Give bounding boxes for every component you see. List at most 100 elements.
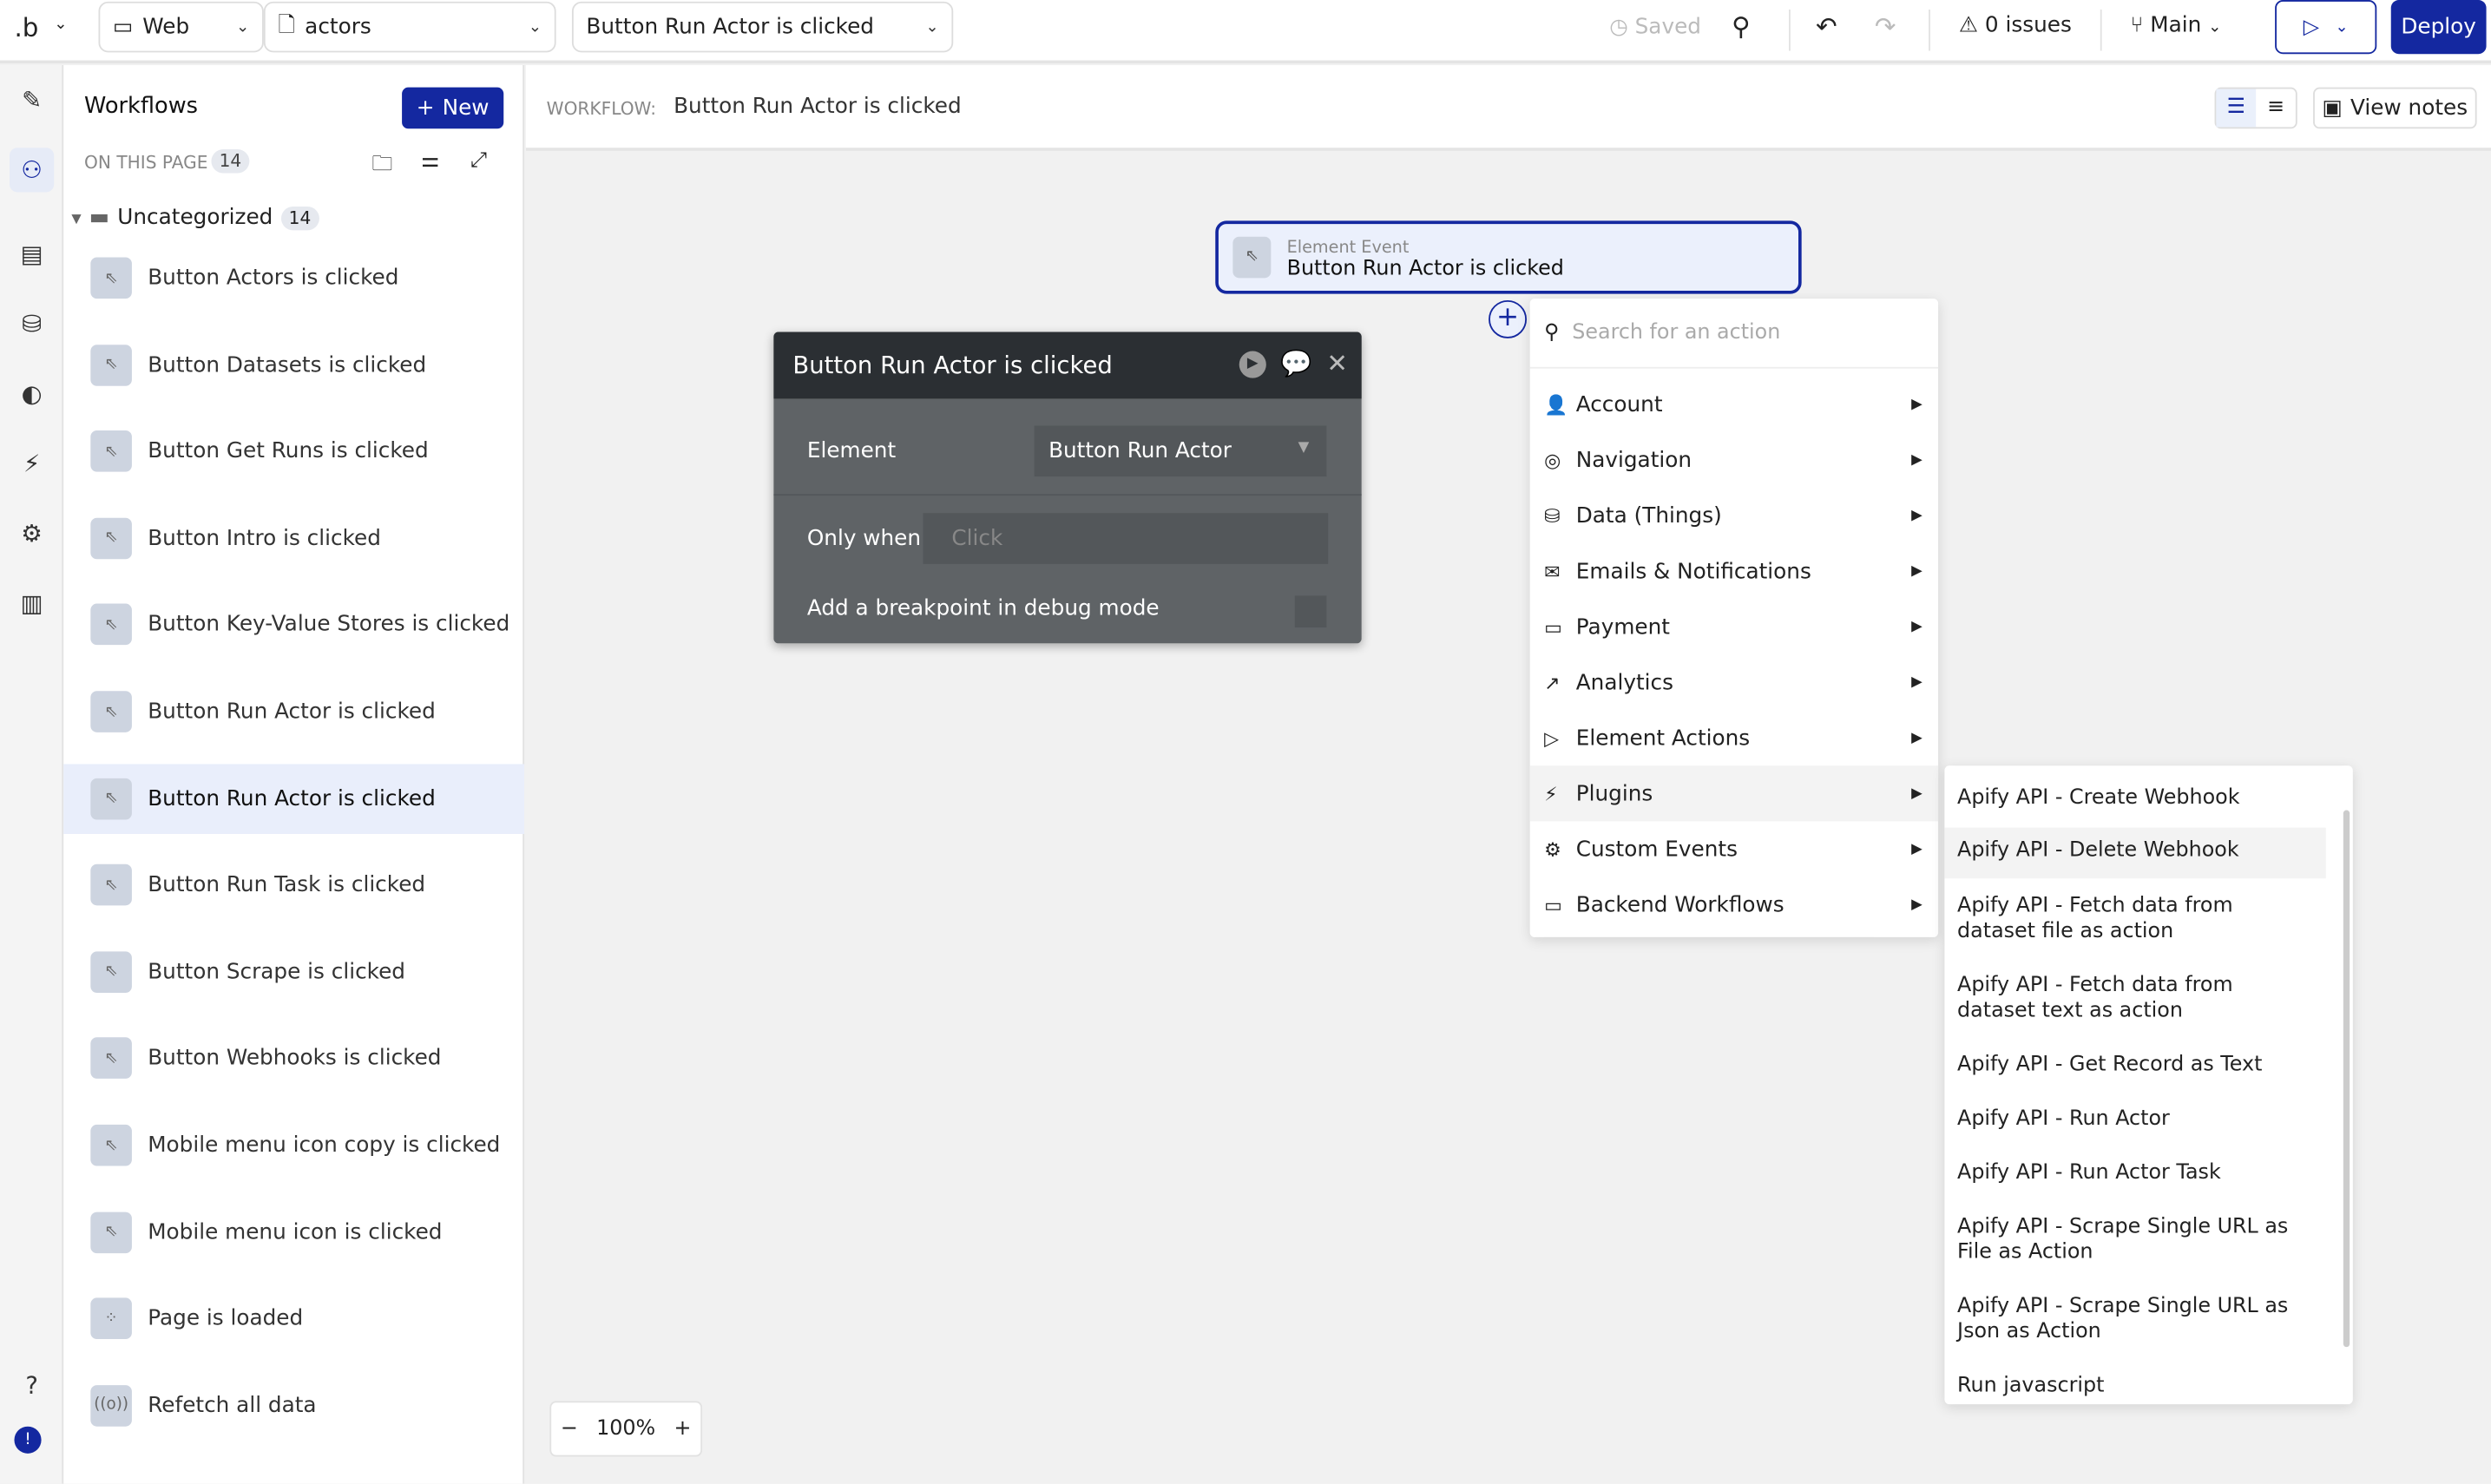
platform-select[interactable]: ▭ Web ⌄ [98,1,264,53]
event-card[interactable]: ⇖ Element Event Button Run Actor is clic… [1215,220,1802,294]
cursor-click-icon: ⇖ [1232,236,1272,279]
add-action-button[interactable]: + [1489,299,1528,338]
workflow-item[interactable]: ⁘ Page is loaded [63,1284,524,1354]
workflow-name: Button Run Actor is clicked [674,93,962,120]
play-icon[interactable]: ▶ [1239,351,1266,378]
plugin-icon[interactable]: ⚡ [10,442,54,486]
workflow-item[interactable]: ((o)) Refetch all data [63,1370,524,1441]
workflow-item[interactable]: ⇖ Mobile menu icon is clicked [63,1197,524,1267]
design-pencil-icon[interactable]: ✎ [10,78,54,122]
page-select[interactable]: 🗋 actors ⌄ [263,1,556,53]
chevron-down-icon: ⌄ [2208,18,2222,37]
editor-title: Button Run Actor is clicked [792,351,1113,380]
workflow-item[interactable]: ⇖ Button Run Task is clicked [63,850,524,921]
action-category-label: Navigation [1575,447,1692,473]
plugin-action[interactable]: Apify API - Delete Webhook [1944,827,2326,879]
check-circle-icon: ◷ [1609,14,1628,40]
action-category[interactable]: 👤 Account ▶ [1530,377,1938,432]
event-type: Element Event [1286,238,1410,258]
page-label: actors [305,14,371,40]
comment-icon[interactable]: 💬 [1280,348,1311,378]
action-search-input[interactable]: Search for an action [1572,321,1780,345]
zoom-out-button[interactable]: − [561,1417,578,1441]
action-category[interactable]: ✉ Emails & Notifications ▶ [1530,543,1938,599]
plugin-action[interactable]: Apify API - Scrape Single URL as File as… [1944,1215,2325,1266]
plugin-action[interactable]: Run javascript [1944,1374,2325,1399]
workflow-item[interactable]: ⇖ Button Get Runs is clicked [63,417,524,487]
add-folder-icon[interactable]: 🗀 [371,149,392,184]
data-layout-icon[interactable]: ▤ [10,232,54,276]
action-category[interactable]: ↗ Analytics ▶ [1530,654,1938,710]
caret-right-icon: ▶ [1911,562,1922,580]
workflow-item[interactable]: ⇖ Button Webhooks is clicked [63,1023,524,1093]
plugin-action[interactable]: Apify API - Get Record as Text [1944,1054,2325,1079]
cursor-click-icon: ⇖ [90,1124,132,1166]
zoom-level: 100% [596,1416,656,1441]
breakpoint-checkbox[interactable] [1294,595,1327,628]
workflow-select[interactable]: Button Run Actor is clicked ⌄ [571,1,954,53]
action-category[interactable]: ▭ Payment ▶ [1530,599,1938,654]
action-category[interactable]: ▷ Element Actions ▶ [1530,710,1938,765]
undo-icon[interactable]: ↶ [1816,11,1837,42]
plugin-action[interactable]: Apify API - Run Actor [1944,1107,2325,1133]
workflow-item[interactable]: ⇖ Mobile menu icon copy is clicked [63,1110,524,1180]
plugin-action[interactable]: Apify API - Fetch data from dataset file… [1944,895,2325,946]
scrollbar[interactable] [2343,810,2350,1348]
only-when-input[interactable]: Click [923,513,1329,564]
view-toggle: ☰ ≡ [2214,87,2297,129]
view-notes-button[interactable]: ▣ View notes [2313,87,2477,129]
plugin-action[interactable]: Apify API - Scrape Single URL as Json as… [1944,1295,2325,1346]
logs-chart-icon[interactable]: ▥ [10,581,54,626]
action-category[interactable]: ⚙ Custom Events ▶ [1530,821,1938,877]
plugin-action[interactable]: Apify API - Create Webhook [1944,786,2325,811]
action-category[interactable]: ⚡ Plugins ▶ [1529,765,1939,822]
database-icon[interactable]: ⛁ [10,302,54,346]
workflow-item[interactable]: ⇖ Button Run Actor is clicked [63,677,524,747]
workflow-item[interactable]: ⇖ Button Datasets is clicked [63,330,524,400]
preview-button[interactable]: ▷ ⌄ [2275,0,2377,55]
element-dropdown[interactable]: Button Run Actor ▼ [1034,425,1327,477]
cursor-click-icon: ⇖ [90,691,132,732]
folder-uncategorized[interactable]: ▼ ▬ Uncategorized 14 [71,205,319,230]
workflow-item[interactable]: ⇖ Button Key-Value Stores is clicked [63,590,524,660]
plugin-action[interactable]: Apify API - Run Actor Task [1944,1161,2325,1186]
notification-badge-icon[interactable]: ! [14,1426,42,1454]
workflow-item[interactable]: ⇖ Button Intro is clicked [63,503,524,574]
divider [773,494,1362,496]
card-view-icon[interactable]: ☰ [2216,89,2257,128]
only-when-label: Only when [806,525,922,552]
action-search[interactable]: ⚲ Search for an action [1529,299,1939,369]
search-icon[interactable]: ⚲ [1732,11,1750,42]
app-logo[interactable]: .b [14,13,38,43]
element-label: Element [806,438,897,464]
branch-select[interactable]: ⑂ Main ⌄ [2131,13,2222,38]
workflow-icon[interactable]: ⚇ [9,148,55,193]
redo-icon[interactable]: ↷ [1875,11,1896,42]
zoom-in-button[interactable]: + [674,1417,692,1441]
mail-icon: ✉ [1544,560,1561,582]
platform-label: Web [142,14,190,40]
close-icon[interactable]: ✕ [1326,348,1348,378]
logo-chevron-icon[interactable]: ⌄ [54,16,67,33]
list-view-icon[interactable]: ≡ [2256,89,2296,128]
filter-sliders-icon[interactable]: ⚌ [421,149,439,173]
workflow-item[interactable]: ⇖ Button Run Actor is clicked [63,763,525,834]
caret-right-icon: ▶ [1911,507,1922,524]
action-category[interactable]: ◎ Navigation ▶ [1530,432,1938,488]
issues-label: 0 issues [1984,12,2072,38]
workflow-item[interactable]: ⇖ Button Scrape is clicked [63,937,524,1008]
expand-icon[interactable]: ⤢ [470,149,487,173]
workflow-item-label: Mobile menu icon is clicked [148,1219,443,1245]
workflow-item[interactable]: ⇖ Button Actors is clicked [63,243,524,313]
action-category[interactable]: ⛁ Data (Things) ▶ [1530,488,1938,543]
issues-button[interactable]: ⚠ 0 issues [1959,13,2072,38]
palette-icon[interactable]: ◐ [10,371,54,416]
help-icon[interactable]: ? [10,1363,54,1407]
deploy-button[interactable]: Deploy [2390,0,2487,55]
breakpoint-label: Add a breakpoint in debug mode [806,595,1160,621]
plugin-action[interactable]: Apify API - Fetch data from dataset text… [1944,974,2325,1025]
settings-gear-icon[interactable]: ⚙ [10,511,54,555]
top-bar: .b ⌄ ▭ Web ⌄ 🗋 actors ⌄ Button Run Actor is … [0,0,2491,64]
new-workflow-button[interactable]: + New [402,87,504,129]
action-category[interactable]: ▭ Backend Workflows ▶ [1530,877,1938,932]
